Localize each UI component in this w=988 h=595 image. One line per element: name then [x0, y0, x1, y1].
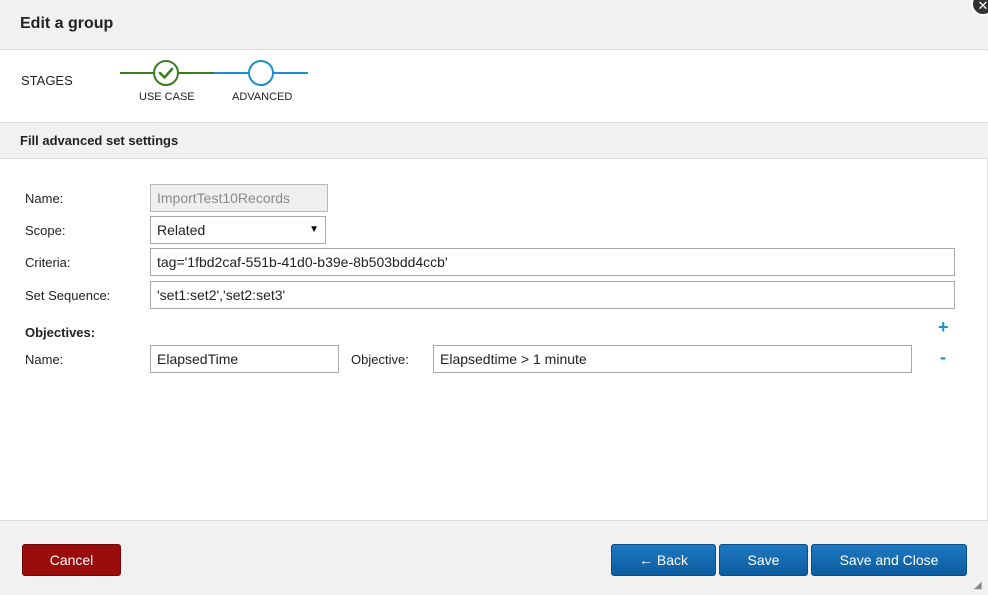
save-button[interactable]: Save — [719, 544, 808, 576]
edit-group-dialog: Edit a group ✕ STAGES USE CASE ADVANCED … — [0, 0, 988, 595]
criteria-label: Criteria: — [25, 255, 71, 270]
scope-label: Scope: — [25, 223, 66, 238]
scope-selected-value: Related — [157, 222, 206, 238]
resize-grip-icon[interactable]: ◢ — [974, 581, 984, 591]
name-field: ImportTest10Records — [150, 184, 328, 212]
check-circle-icon — [153, 60, 179, 86]
save-and-close-button[interactable]: Save and Close — [811, 544, 967, 576]
stage-label-use-case[interactable]: USE CASE — [139, 91, 195, 103]
objective-name-field[interactable]: ElapsedTime — [150, 345, 339, 373]
objective-label: Objective: — [351, 352, 409, 367]
objectives-heading: Objectives: — [25, 325, 96, 340]
back-button[interactable]: ← Back — [611, 544, 716, 576]
dialog-footer: Cancel ← Back Save Save and Close — [0, 520, 988, 595]
close-icon[interactable]: ✕ — [971, 0, 988, 16]
section-title: Fill advanced set settings — [20, 133, 179, 148]
stage-progress — [120, 60, 308, 86]
caret-down-icon: ▼ — [309, 224, 319, 235]
objective-name-label: Name: — [25, 352, 64, 367]
remove-objective-icon[interactable]: - — [940, 347, 946, 368]
set-sequence-field[interactable]: 'set1:set2','set2:set3' — [150, 281, 955, 309]
cancel-button[interactable]: Cancel — [22, 544, 121, 576]
stages-bar: STAGES USE CASE ADVANCED — [0, 51, 988, 123]
stages-label: STAGES — [21, 73, 73, 88]
scope-select[interactable]: Related ▼ — [150, 216, 326, 244]
add-objective-icon[interactable]: + — [938, 317, 949, 338]
objective-field[interactable]: Elapsedtime > 1 minute — [433, 345, 912, 373]
section-header: Fill advanced set settings — [0, 123, 988, 159]
dialog-title: Edit a group — [20, 15, 114, 32]
dialog-titlebar: Edit a group ✕ — [0, 0, 988, 50]
stage-label-advanced[interactable]: ADVANCED — [232, 91, 292, 103]
criteria-field[interactable]: tag='1fbd2caf-551b-41d0-b39e-8b503bdd4cc… — [150, 248, 955, 276]
current-stage-circle-icon — [248, 60, 274, 86]
name-label: Name: — [25, 191, 64, 206]
set-sequence-label: Set Sequence: — [25, 288, 111, 303]
